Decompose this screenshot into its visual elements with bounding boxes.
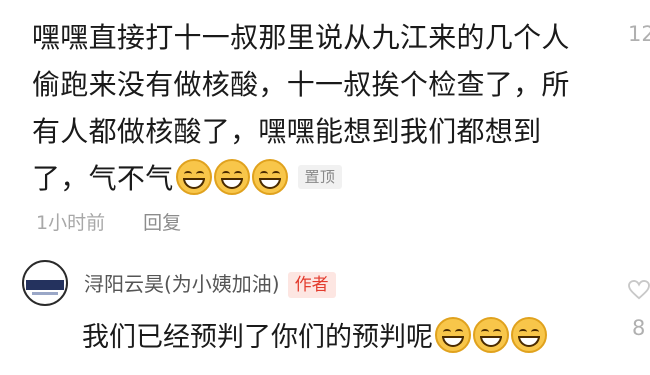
comment-thread: 嘿嘿直接打十一叔那里说从九江来的几个人 偷跑来没有做核酸，十一叔挨个检查了，所 … (0, 0, 650, 375)
heart-icon[interactable] (628, 280, 650, 300)
reply-username-row: 浔阳云昊(为小姨加油) 作者 (84, 268, 336, 298)
reply-username[interactable]: 浔阳云昊(为小姨加油) (84, 272, 280, 296)
grinning-face-icon (251, 159, 288, 195)
avatar[interactable] (22, 260, 68, 306)
reply-like-count[interactable]: 8 (632, 316, 645, 340)
pinned-badge: 置顶 (297, 165, 343, 189)
grinning-face-icon (511, 317, 547, 353)
comment-line: 偷跑来没有做核酸，十一叔挨个检查了，所 (32, 68, 570, 101)
comment-time: 1小时前 (36, 212, 106, 234)
grinning-face-icon (175, 159, 212, 195)
comment-line: 有人都做核酸了，嘿嘿能想到我们都想到 (32, 115, 542, 148)
comment-meta: 1小时前 回复 (36, 208, 181, 235)
comment-line: 了，气不气 (32, 162, 174, 195)
grinning-face-icon (473, 317, 509, 353)
like-count[interactable]: 12 (628, 22, 650, 46)
author-badge: 作者 (287, 272, 336, 298)
grinning-face-icon (213, 159, 250, 195)
comment-text: 嘿嘿直接打十一叔那里说从九江来的几个人 偷跑来没有做核酸，十一叔挨个检查了，所 … (32, 14, 587, 202)
comment-line: 嘿嘿直接打十一叔那里说从九江来的几个人 (32, 21, 570, 54)
reply-button[interactable]: 回复 (143, 212, 181, 234)
grinning-face-icon (435, 317, 471, 353)
reply-text-row: 我们已经预判了你们的预判呢 (82, 315, 547, 354)
reply-text: 我们已经预判了你们的预判呢 (82, 322, 433, 353)
comment-line-last: 了，气不气 置顶 (32, 155, 587, 202)
